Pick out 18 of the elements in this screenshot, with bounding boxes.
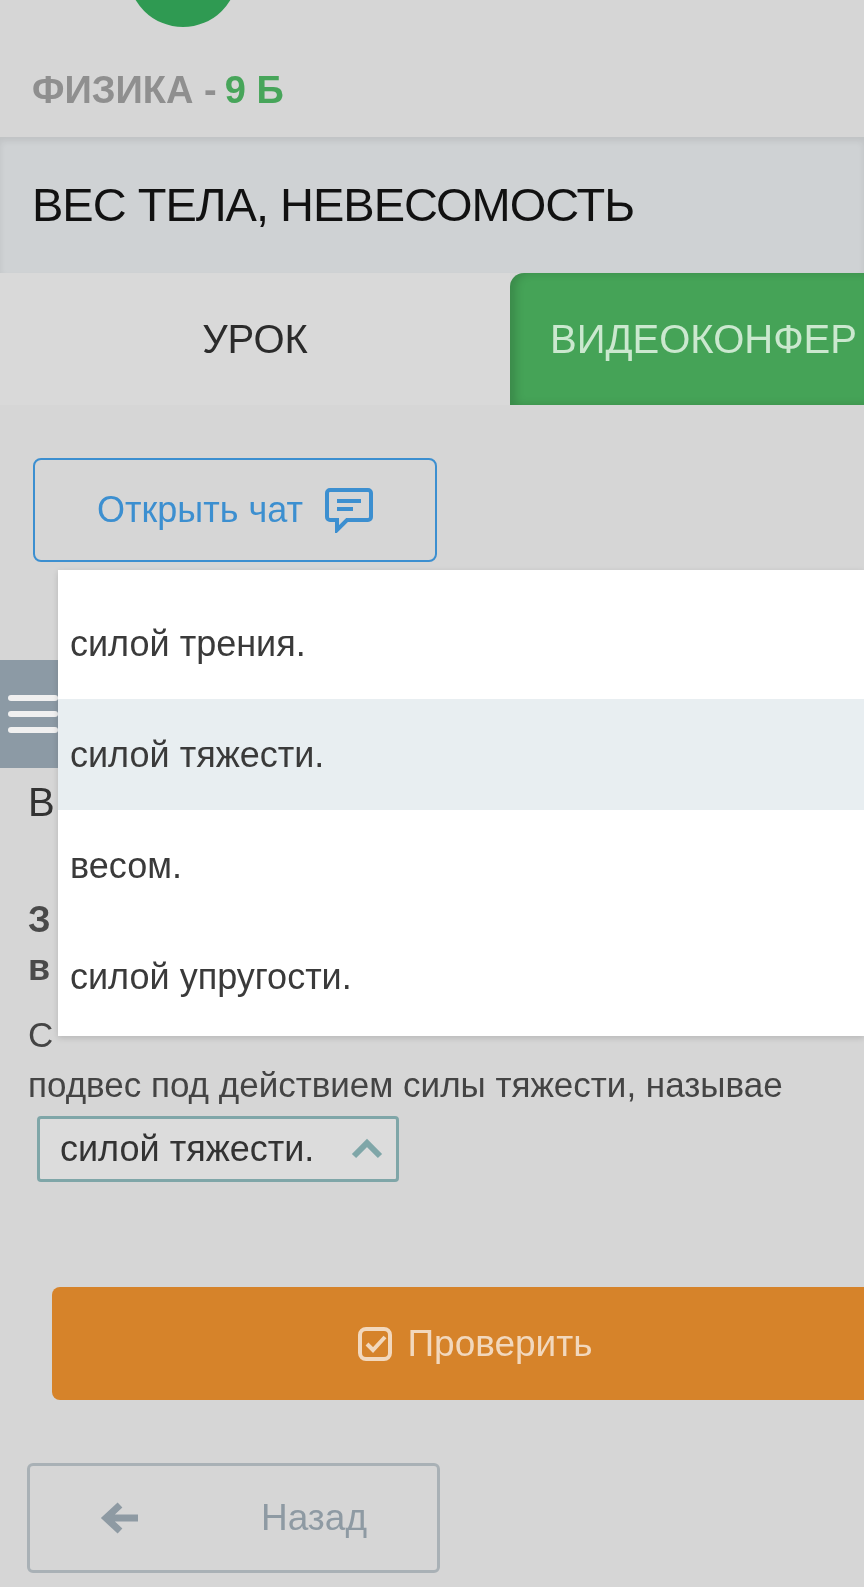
check-square-icon	[357, 1325, 394, 1362]
chat-icon	[324, 487, 373, 533]
lesson-title: ВЕС ТЕЛА, НЕВЕСОМОСТЬ	[32, 176, 635, 233]
task-text: З	[28, 898, 51, 942]
caret-icon	[350, 1138, 384, 1160]
class-label: 9 Б	[224, 68, 284, 113]
task-text: в	[28, 946, 51, 990]
dropdown-option[interactable]: силой упругости.	[58, 921, 864, 1032]
answer-select[interactable]: силой тяжести.	[37, 1116, 399, 1182]
sentence-text: подвес под действием силы тяжести, называе	[28, 1064, 783, 1106]
dropdown-option[interactable]: силой тяжести.	[58, 699, 864, 810]
arrow-left-icon	[100, 1501, 140, 1535]
dropdown-option[interactable]: весом.	[58, 810, 864, 921]
menu-icon[interactable]	[0, 660, 58, 768]
dropdown-option[interactable]: силой трения.	[58, 588, 864, 699]
sentence-text: С	[28, 1014, 54, 1056]
section-heading: В	[28, 779, 56, 826]
subject-title: ФИЗИКА -	[32, 68, 217, 113]
